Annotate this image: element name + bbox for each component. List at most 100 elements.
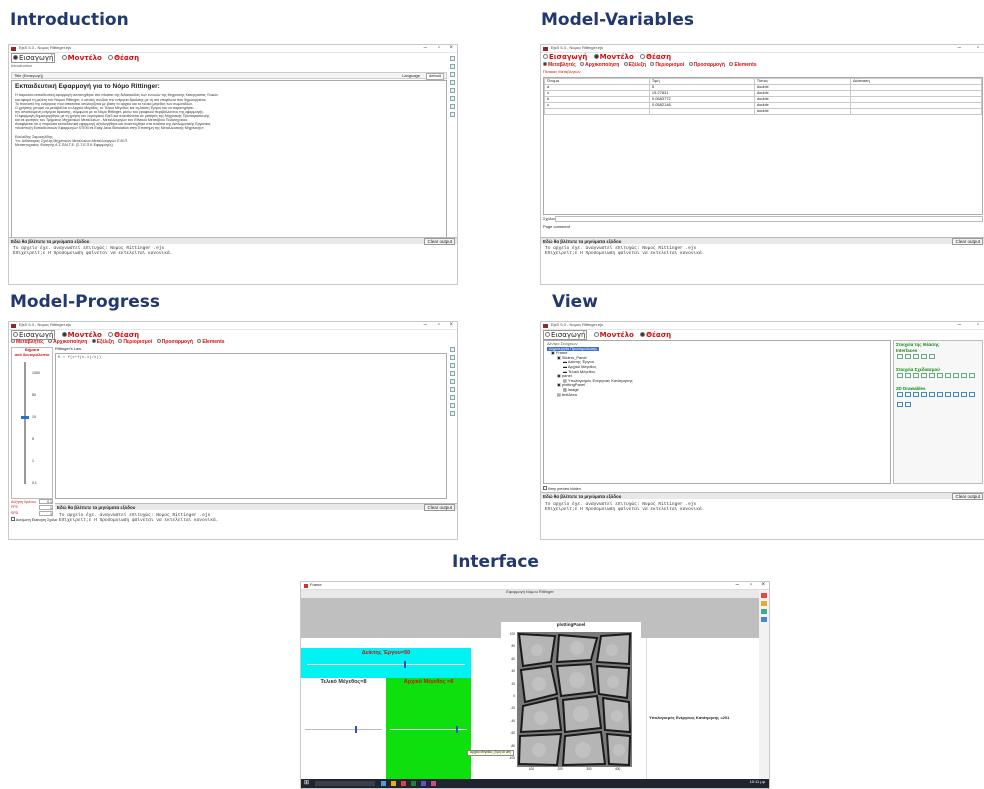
tab-model[interactable]: Μοντέλο bbox=[593, 53, 634, 61]
drawable-icon[interactable] bbox=[929, 392, 935, 398]
run-icon[interactable] bbox=[450, 88, 455, 93]
side-tool-icon[interactable] bbox=[761, 609, 767, 614]
spd-field[interactable]: 1 bbox=[39, 511, 53, 516]
drawable-icon[interactable] bbox=[897, 392, 903, 398]
save-icon[interactable] bbox=[450, 363, 455, 368]
open-icon[interactable] bbox=[450, 64, 455, 69]
info-icon[interactable] bbox=[450, 112, 455, 117]
tab-view[interactable]: Θέαση bbox=[640, 53, 671, 61]
work-index-slider-track[interactable] bbox=[307, 664, 465, 665]
stop-icon[interactable] bbox=[450, 96, 455, 101]
drawing-element-icon[interactable] bbox=[953, 373, 959, 379]
taskbar-app-icon[interactable] bbox=[431, 781, 436, 786]
panel-element-icon[interactable] bbox=[913, 354, 919, 360]
taskbar-app-icon[interactable] bbox=[421, 781, 426, 786]
tab-view[interactable]: Θέαση bbox=[108, 54, 139, 62]
intro-page-tab[interactable]: Title (Εισαγωγή) bbox=[14, 73, 43, 79]
comment-field[interactable] bbox=[555, 216, 983, 222]
new-icon[interactable] bbox=[450, 56, 455, 61]
close-icon[interactable]: × bbox=[761, 582, 765, 589]
subtab-variables[interactable]: Μεταβλητές bbox=[11, 339, 44, 345]
taskbar-app-icon[interactable] bbox=[391, 781, 396, 786]
tab-model[interactable]: Μοντέλο bbox=[593, 331, 634, 339]
initial-size-slider-thumb[interactable] bbox=[456, 726, 458, 733]
drawing-element-icon[interactable] bbox=[937, 373, 943, 379]
work-index-slider-thumb[interactable] bbox=[404, 661, 406, 668]
evolution-code-editor[interactable]: K = f(x*f(x-1)/x)) bbox=[55, 353, 447, 499]
tab-introduction[interactable]: Εισαγωγή bbox=[543, 330, 588, 341]
run-icon[interactable] bbox=[450, 379, 455, 384]
drawing-element-icon[interactable] bbox=[905, 373, 911, 379]
stop-icon[interactable] bbox=[450, 387, 455, 392]
drawing-element-icon[interactable] bbox=[945, 373, 951, 379]
drawable-icon[interactable] bbox=[921, 392, 927, 398]
minimize-icon[interactable]: – bbox=[958, 322, 961, 329]
tab-view[interactable]: Θέαση bbox=[108, 331, 139, 339]
subtab-evolution[interactable]: Εξέλιξη bbox=[91, 339, 114, 345]
steps-slider-track[interactable] bbox=[24, 362, 26, 484]
tab-introduction[interactable]: Εισαγωγή bbox=[543, 53, 587, 61]
taskbar-app-icon[interactable] bbox=[411, 781, 416, 786]
subtab-constraints[interactable]: Περιορισμοί bbox=[650, 62, 684, 68]
cell-value[interactable] bbox=[648, 108, 755, 115]
drawing-element-icon[interactable] bbox=[921, 373, 927, 379]
subtab-evolution[interactable]: Εξέλιξη bbox=[623, 62, 646, 68]
minimize-icon[interactable]: – bbox=[424, 322, 427, 329]
drawable-icon[interactable] bbox=[905, 401, 911, 407]
subtab-variables[interactable]: Μεταβλητές bbox=[543, 62, 576, 68]
autostart-checkbox[interactable]: Αυτόματη Εκκίνηση Σχόλιο bbox=[11, 517, 57, 522]
close-icon[interactable]: × bbox=[449, 45, 453, 52]
keep-hidden-checkbox[interactable]: Keep preview hidden bbox=[543, 486, 581, 491]
drawable-icon[interactable] bbox=[961, 392, 967, 398]
variables-page-tab[interactable]: Πίνακας Μεταβλητών bbox=[543, 69, 581, 75]
panel-element-icon[interactable] bbox=[929, 354, 935, 360]
drawable-icon[interactable] bbox=[913, 392, 919, 398]
maximize-icon[interactable]: ▫ bbox=[438, 45, 440, 52]
subtab-elements[interactable]: Elements bbox=[729, 62, 757, 68]
drawable-icon[interactable] bbox=[953, 392, 959, 398]
tab-model[interactable]: Μοντέλο bbox=[61, 54, 102, 62]
info-icon[interactable] bbox=[450, 403, 455, 408]
side-tool-icon[interactable] bbox=[761, 601, 767, 606]
panel-element-icon[interactable] bbox=[905, 354, 911, 360]
drawing-element-icon[interactable] bbox=[929, 373, 935, 379]
cell-dimension[interactable] bbox=[849, 108, 983, 115]
subtab-initialization[interactable]: Αρχικοποίηση bbox=[48, 339, 87, 345]
drawable-icon[interactable] bbox=[897, 401, 903, 407]
maximize-icon[interactable]: ▫ bbox=[977, 322, 979, 329]
open-icon[interactable] bbox=[450, 355, 455, 360]
steps-slider-thumb[interactable] bbox=[21, 416, 29, 419]
language-select[interactable]: default bbox=[425, 73, 444, 80]
drawing-element-icon[interactable] bbox=[913, 373, 919, 379]
side-tool-icon[interactable] bbox=[761, 617, 767, 622]
settings-icon[interactable] bbox=[450, 104, 455, 109]
subtab-elements[interactable]: Elements bbox=[197, 339, 225, 345]
table-row[interactable]: double bbox=[544, 108, 983, 115]
search-icon[interactable] bbox=[450, 371, 455, 376]
help-icon[interactable] bbox=[450, 411, 455, 416]
final-size-slider-track[interactable] bbox=[305, 729, 382, 730]
minimize-icon[interactable]: – bbox=[424, 45, 427, 52]
drawing-element-icon[interactable] bbox=[969, 373, 975, 379]
search-icon[interactable] bbox=[450, 80, 455, 85]
maximize-icon[interactable]: ▫ bbox=[750, 582, 752, 589]
panel-element-icon[interactable] bbox=[921, 354, 927, 360]
fps-field[interactable]: 1 bbox=[39, 505, 53, 510]
drawable-icon[interactable] bbox=[937, 392, 943, 398]
taskbar-search[interactable] bbox=[315, 781, 375, 786]
drawing-element-icon[interactable] bbox=[961, 373, 967, 379]
subtab-initialization[interactable]: Αρχικοποίηση bbox=[580, 62, 619, 68]
increment-field[interactable]: 0.1 bbox=[39, 499, 53, 504]
tab-view[interactable]: Θέαση bbox=[640, 331, 671, 339]
subtab-custom[interactable]: Προσαρμογή bbox=[156, 339, 193, 345]
close-icon[interactable]: × bbox=[449, 322, 453, 329]
tab-introduction[interactable]: Εισαγωγή bbox=[11, 53, 56, 64]
drawable-icon[interactable] bbox=[945, 392, 951, 398]
minimize-icon[interactable]: – bbox=[736, 582, 739, 589]
cell-type[interactable]: double bbox=[753, 108, 851, 115]
maximize-icon[interactable]: ▫ bbox=[438, 322, 440, 329]
maximize-icon[interactable]: ▫ bbox=[977, 45, 979, 52]
drawable-icon[interactable] bbox=[969, 392, 975, 398]
subtab-constraints[interactable]: Περιορισμοί bbox=[118, 339, 152, 345]
new-icon[interactable] bbox=[450, 347, 455, 352]
